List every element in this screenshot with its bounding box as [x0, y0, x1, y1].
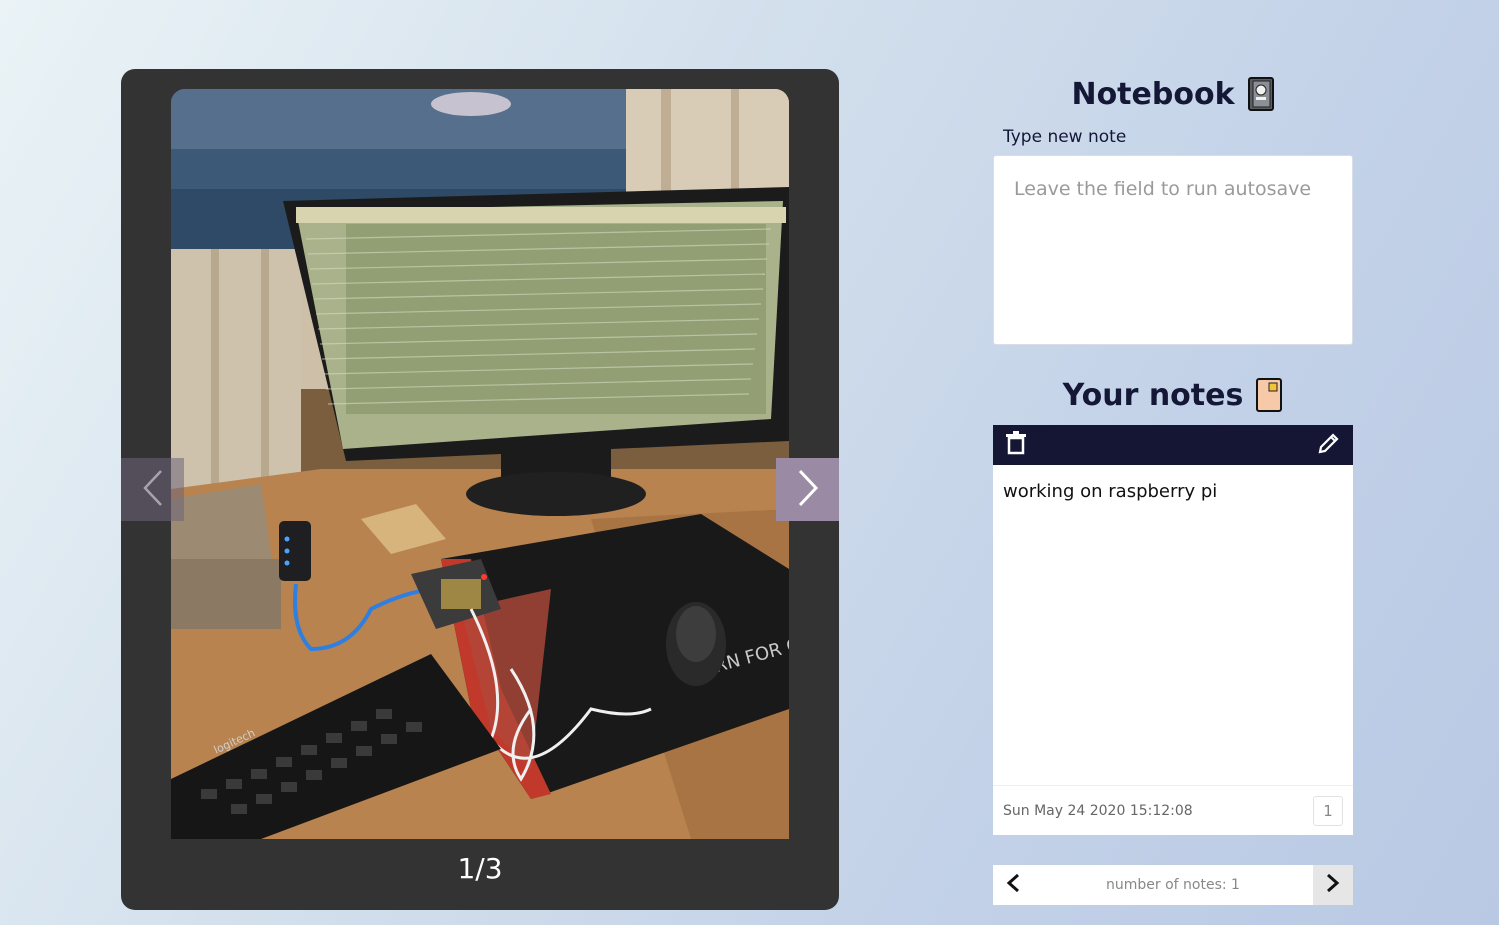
pencil-icon: [1317, 431, 1341, 459]
carousel-next-button[interactable]: [776, 458, 839, 521]
note-card: working on raspberry pi Sun May 24 2020 …: [993, 425, 1353, 835]
pager-next-button[interactable]: [1313, 865, 1353, 905]
new-note-label: Type new note: [1003, 127, 1127, 147]
note-index-badge: 1: [1313, 795, 1343, 826]
chevron-left-icon: [142, 469, 164, 511]
chevron-right-icon: [1326, 873, 1340, 897]
notebook-icon: [1247, 77, 1275, 111]
your-notes-title: Your notes: [993, 373, 1353, 417]
note-text: working on raspberry pi: [1003, 481, 1218, 502]
new-note-input[interactable]: [993, 155, 1353, 345]
your-notes-title-text: Your notes: [1062, 377, 1244, 413]
pager-prev-button[interactable]: [993, 865, 1033, 905]
notes-count: number of notes: 1: [1106, 877, 1240, 893]
carousel-counter: 1/3: [457, 852, 503, 885]
ledger-book-icon: [1255, 378, 1283, 412]
delete-note-button[interactable]: [1005, 431, 1027, 459]
carousel-prev-button[interactable]: [121, 458, 184, 521]
notebook-title: Notebook: [993, 72, 1353, 116]
notes-pager: number of notes: 1: [993, 865, 1353, 905]
image-carousel: BORN FOR GAMING: [121, 69, 839, 910]
trash-icon: [1005, 431, 1027, 459]
chevron-right-icon: [797, 469, 819, 511]
carousel-photo: BORN FOR GAMING: [171, 89, 789, 839]
note-footer: Sun May 24 2020 15:12:08 1: [993, 785, 1353, 835]
chevron-left-icon: [1006, 873, 1020, 897]
note-date: Sun May 24 2020 15:12:08: [1003, 802, 1193, 819]
note-toolbar: [993, 425, 1353, 465]
edit-note-button[interactable]: [1317, 431, 1341, 459]
notebook-title-text: Notebook: [1071, 76, 1235, 112]
